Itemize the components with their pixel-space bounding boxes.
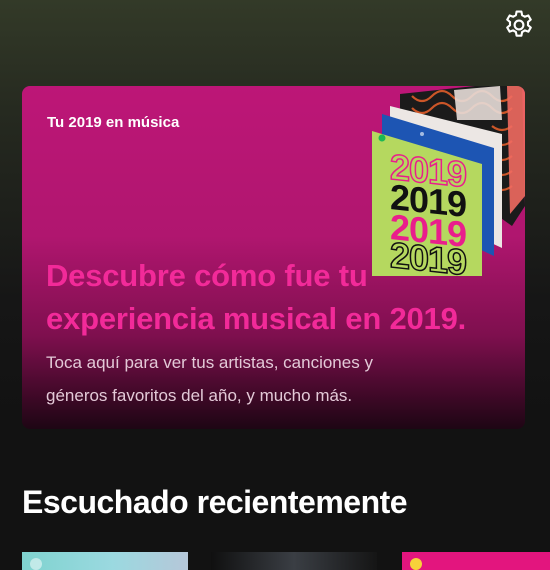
- gear-icon: [506, 10, 532, 37]
- recent-item-2[interactable]: [211, 552, 377, 570]
- settings-button[interactable]: [501, 7, 537, 43]
- description-line-1: Toca aquí para ver tus artistas, cancion…: [46, 353, 373, 372]
- wrapped-covers-artwork: 2019 2019 2019 2019: [372, 86, 525, 276]
- banner-description: Toca aquí para ver tus artistas, cancion…: [46, 346, 486, 412]
- recent-item-1[interactable]: [22, 552, 188, 570]
- spotify-logo-icon: [30, 558, 42, 570]
- recent-item-3[interactable]: [402, 552, 550, 570]
- headline-line-2: experiencia musical en 2019.: [46, 301, 467, 336]
- headline-line-1: Descubre cómo fue tu: [46, 258, 368, 293]
- banner-headline: Descubre cómo fue tu experiencia musical…: [46, 254, 516, 340]
- recently-played-row: [22, 552, 550, 570]
- wrapped-2019-banner[interactable]: Tu 2019 en música 2019 2019 2019 2019 De…: [22, 86, 525, 429]
- description-line-2: géneros favoritos del año, y mucho más.: [46, 386, 353, 405]
- recently-played-title: Escuchado recientemente: [22, 484, 408, 520]
- banner-eyebrow: Tu 2019 en música: [47, 114, 180, 131]
- home-screen: Tu 2019 en música 2019 2019 2019 2019 De…: [0, 0, 550, 570]
- spotify-logo-icon: [410, 558, 422, 570]
